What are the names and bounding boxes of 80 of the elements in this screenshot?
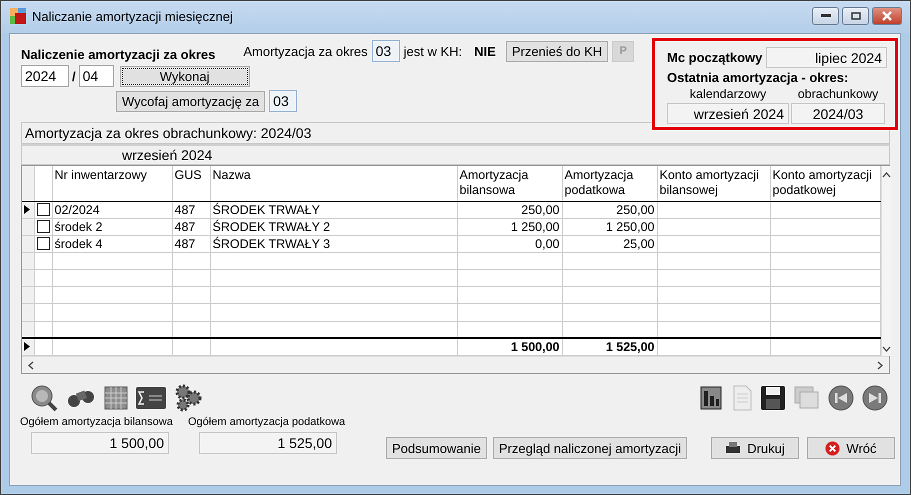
- table-cell: 487: [174, 220, 196, 234]
- calendar-label: kalendarzowy: [688, 87, 768, 101]
- summary-field: 1 500,00: [31, 432, 169, 454]
- bar-chart-icon[interactable]: [700, 385, 724, 411]
- calendar-field: wrzesień 2024: [667, 103, 789, 124]
- column-header[interactable]: Konto amortyzacji bilansowej: [657, 166, 770, 201]
- close-icon: [825, 440, 840, 456]
- scroll-right-icon[interactable]: [877, 360, 883, 370]
- minimize-icon: [820, 14, 830, 18]
- close-button[interactable]: [872, 7, 902, 25]
- grid-icon[interactable]: [104, 386, 128, 410]
- table-cell: 250,00: [521, 202, 560, 217]
- row-checkbox[interactable]: [36, 203, 50, 216]
- grid-title: Amortyzacja za okres obrachunkowy: 2024/03: [21, 122, 890, 144]
- table-cell: 1 250,00: [606, 220, 654, 234]
- column-header[interactable]: Nr inwentarzowy: [52, 166, 172, 201]
- vertical-scrollbar[interactable]: [880, 166, 890, 356]
- sigma-icon[interactable]: [136, 387, 166, 409]
- column-header[interactable]: Nazwa: [210, 166, 457, 201]
- row-checkbox[interactable]: [36, 237, 50, 250]
- kh-label: jest w KH:: [404, 44, 462, 58]
- period-field[interactable]: 03: [372, 40, 400, 62]
- next-icon[interactable]: [862, 385, 888, 411]
- execute-button[interactable]: Wykonaj: [120, 66, 250, 86]
- maximize-icon: [850, 12, 860, 20]
- transfer-button[interactable]: Przenieś do KH: [506, 40, 608, 62]
- table-cell: 1 250,00: [510, 220, 560, 234]
- scroll-down-icon[interactable]: [882, 346, 890, 352]
- row-checkbox[interactable]: [36, 220, 50, 234]
- column-header[interactable]: Amortyzacja podatkowa: [562, 166, 657, 201]
- total-cell: 1 525,00: [606, 340, 654, 354]
- search-icon[interactable]: [30, 384, 58, 412]
- month-field[interactable]: 04: [78, 65, 114, 87]
- horizontal-scrollbar[interactable]: [22, 356, 889, 373]
- save-icon[interactable]: [760, 385, 786, 411]
- period-label: Amortyzacja za okres: [243, 44, 368, 58]
- minimize-button[interactable]: [812, 7, 839, 25]
- previous-icon[interactable]: [828, 385, 854, 411]
- action-button[interactable]: Drukuj: [710, 437, 799, 459]
- column-header[interactable]: GUS: [172, 166, 210, 201]
- year-field[interactable]: 2024: [21, 65, 69, 87]
- separator: /: [72, 68, 76, 84]
- printer-icon: [725, 442, 742, 454]
- gears-icon[interactable]: [174, 384, 202, 412]
- close-icon: [881, 11, 893, 21]
- table-cell: 25,00: [623, 236, 654, 251]
- start-month-label: Mc początkowy: [667, 50, 762, 65]
- table-cell: ŚRODEK TRWAŁY: [212, 202, 320, 217]
- window-title: Naliczanie amortyzacji miesięcznej: [32, 9, 233, 24]
- scroll-left-icon[interactable]: [28, 360, 34, 370]
- column-header[interactable]: Amortyzacja bilansowa: [457, 166, 562, 201]
- table-cell: 02/2024: [54, 202, 100, 217]
- table-cell: ŚRODEK TRWAŁY 2: [212, 220, 330, 234]
- table-cell: 250,00: [616, 202, 654, 217]
- summary-label: Ogółem amortyzacja podatkowa: [188, 416, 346, 428]
- table-cell: 0,00: [535, 236, 560, 251]
- table-cell: środek 2: [54, 220, 102, 234]
- kh-status: NIE: [474, 44, 496, 58]
- summary-label: Ogółem amortyzacja bilansowa: [20, 416, 174, 428]
- table-cell: środek 4: [54, 236, 102, 251]
- maximize-button[interactable]: [842, 7, 869, 25]
- last-depreciation-label: Ostatnia amortyzacja - okres:: [667, 70, 850, 85]
- grid-subheading: wrzesień 2024: [122, 147, 212, 163]
- column-header[interactable]: Konto amortyzacji podatkowej: [770, 166, 880, 201]
- fiscal-label: obrachunkowy: [796, 87, 880, 101]
- action-button[interactable]: Wróć: [806, 437, 895, 459]
- table-cell: 487: [174, 236, 196, 251]
- withdraw-field[interactable]: 03: [269, 90, 298, 112]
- scroll-up-icon[interactable]: [882, 172, 890, 178]
- total-cell: 1 500,00: [510, 340, 560, 354]
- period-heading: Naliczenie amortyzacji za okres: [21, 46, 216, 62]
- withdraw-button[interactable]: Wycofaj amortyzację za: [116, 90, 266, 112]
- action-button[interactable]: Podsumowanie: [386, 437, 487, 459]
- start-month-field: lipiec 2024: [766, 47, 887, 68]
- action-button[interactable]: Przegląd naliczonej amortyzacji: [492, 437, 687, 459]
- table-cell: ŚRODEK TRWAŁY 3: [212, 236, 330, 251]
- fiscal-field: 2024/03: [791, 103, 885, 124]
- app-icon: [10, 8, 26, 24]
- table-cell: 487: [174, 202, 196, 217]
- summary-field: 1 525,00: [199, 432, 337, 454]
